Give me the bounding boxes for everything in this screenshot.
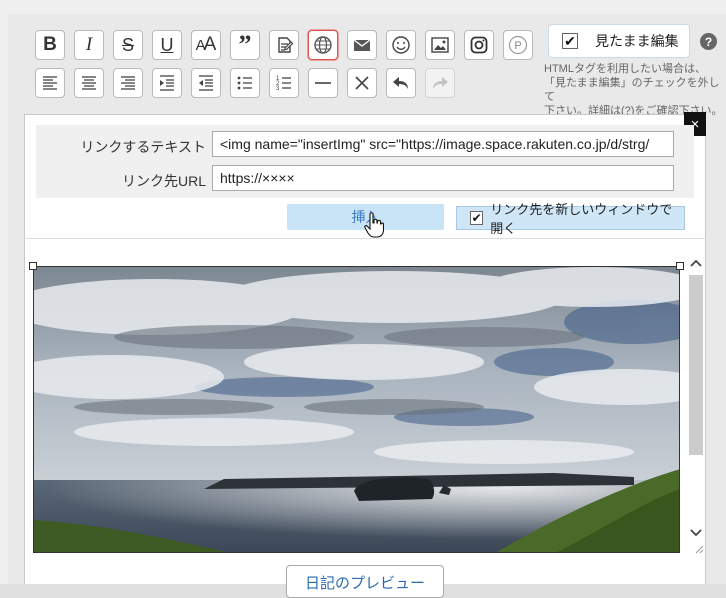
note-line: 「見たまま編集」のチェックを外して [544, 77, 720, 103]
landscape-photo [34, 267, 679, 552]
note-icon [274, 35, 294, 55]
quote-button[interactable]: ” [230, 30, 260, 60]
redo-icon [430, 73, 450, 93]
scrollbar-thumb[interactable] [689, 275, 703, 455]
mail-button[interactable] [347, 30, 377, 60]
note-button[interactable] [269, 30, 299, 60]
new-window-checkbox[interactable]: ✔ [470, 211, 484, 225]
instagram-button[interactable] [464, 30, 494, 60]
wysiwyg-toggle[interactable]: ✔ 見たまま編集 [548, 24, 690, 58]
resize-handle-top-right[interactable] [676, 262, 684, 270]
p-circle-icon: P [508, 35, 528, 55]
mail-icon [352, 35, 372, 55]
image-button[interactable] [425, 30, 455, 60]
emoji-icon [391, 35, 411, 55]
align-left-button[interactable] [35, 68, 65, 98]
underline-button[interactable]: U [152, 30, 182, 60]
align-right-icon [118, 73, 138, 93]
new-window-option[interactable]: ✔ リンク先を新しいウィンドウで開く [456, 202, 685, 236]
help-icon[interactable]: ? [700, 33, 717, 50]
align-center-icon [79, 73, 99, 93]
link-globe-icon [313, 35, 333, 55]
wysiwyg-checkbox[interactable]: ✔ [562, 33, 578, 49]
link-globe-button[interactable] [308, 30, 338, 60]
image-icon [430, 35, 450, 55]
link-text-field[interactable]: <img name="insertImg" src="https://image… [212, 131, 674, 157]
bold-button[interactable]: B [35, 30, 65, 60]
underline-icon: U [160, 34, 174, 55]
clear-format-icon [352, 73, 372, 93]
link-url-field[interactable]: https://×××× [212, 165, 674, 191]
outdent-icon [196, 73, 216, 93]
new-window-label: リンク先を新しいウィンドウで開く [490, 202, 673, 236]
outdent-button[interactable] [191, 68, 221, 98]
resize-handle-top-left[interactable] [29, 262, 37, 270]
font-size-icon: AA [195, 34, 217, 55]
redo-button[interactable] [425, 68, 455, 98]
svg-text:3: 3 [276, 86, 280, 92]
strikethrough-button[interactable]: S [113, 30, 143, 60]
align-left-icon [40, 73, 60, 93]
emoji-button[interactable] [386, 30, 416, 60]
numbered-list-button[interactable]: 123 [269, 68, 299, 98]
bullet-list-icon [235, 73, 255, 93]
indent-icon [157, 73, 177, 93]
indent-button[interactable] [152, 68, 182, 98]
link-text-label: リンクするテキスト [80, 139, 206, 155]
undo-button[interactable] [386, 68, 416, 98]
align-right-button[interactable] [113, 68, 143, 98]
italic-icon: I [85, 34, 93, 55]
p-circle-button[interactable]: P [503, 30, 533, 60]
align-center-button[interactable] [74, 68, 104, 98]
undo-icon [391, 73, 411, 93]
resize-grip-icon[interactable] [694, 544, 704, 554]
scroll-up-icon[interactable] [689, 256, 703, 270]
bold-icon: B [43, 34, 57, 55]
inserted-image[interactable] [33, 266, 680, 553]
scroll-down-icon[interactable] [689, 526, 703, 540]
strikethrough-icon: S [121, 34, 134, 55]
numbered-list-icon: 123 [274, 73, 294, 93]
link-url-label: リンク先URL [121, 173, 206, 189]
italic-button[interactable]: I [74, 30, 104, 60]
wysiwyg-note: HTMLタグを利用したい場合は、 「見たまま編集」のチェックを外して 下さい。詳… [544, 62, 724, 118]
horizontal-rule-icon [313, 73, 333, 93]
note-line: HTMLタグを利用したい場合は、 [544, 63, 706, 75]
instagram-icon [469, 35, 489, 55]
wysiwyg-label: 見たまま編集 [595, 33, 679, 49]
divider [24, 238, 706, 239]
preview-button[interactable]: 日記のプレビュー [286, 565, 444, 598]
horizontal-rule-button[interactable] [308, 68, 338, 98]
quote-icon: ” [238, 30, 252, 59]
font-size-button[interactable]: AA [191, 30, 221, 60]
clear-format-button[interactable] [347, 68, 377, 98]
hand-cursor-icon [364, 212, 384, 238]
svg-text:P: P [514, 40, 521, 52]
bullet-list-button[interactable] [230, 68, 260, 98]
